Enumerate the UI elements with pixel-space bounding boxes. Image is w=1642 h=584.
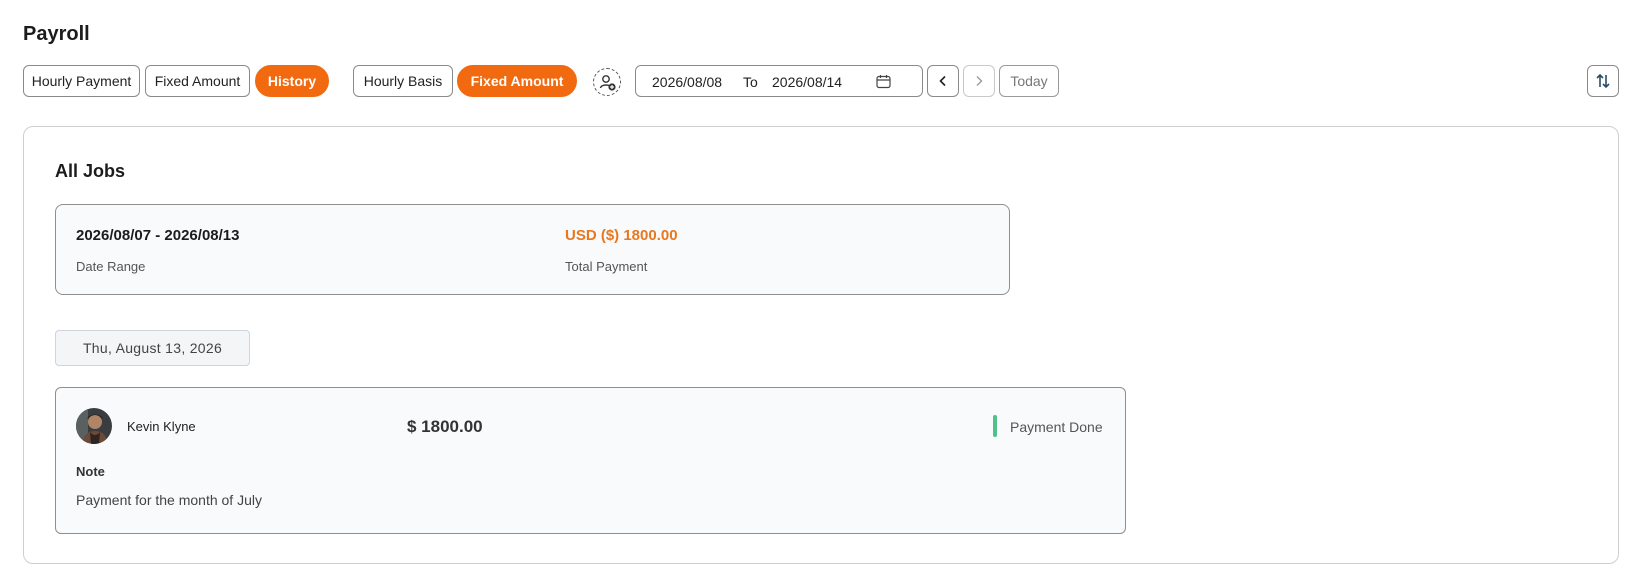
toolbar: Hourly Payment Fixed Amount History Hour… — [23, 65, 1619, 97]
previous-week-button[interactable] — [927, 65, 959, 97]
assign-user-button[interactable] — [593, 68, 621, 96]
sort-button[interactable] — [1587, 65, 1619, 97]
tab-fixed-amount[interactable]: Fixed Amount — [145, 65, 250, 97]
today-button[interactable]: Today — [999, 65, 1059, 97]
summary-date-range: 2026/08/07 - 2026/08/13 — [76, 227, 240, 244]
filter-hourly-basis[interactable]: Hourly Basis — [353, 65, 453, 97]
jobs-panel: All Jobs 2026/08/07 - 2026/08/13 Date Ra… — [23, 126, 1619, 564]
summary-total-payment-label: Total Payment — [565, 259, 648, 274]
payment-amount: $ 1800.00 — [407, 417, 483, 436]
chevron-left-icon — [939, 75, 946, 87]
page-title: Payroll — [23, 23, 90, 45]
date-range-picker[interactable]: 2026/08/08 To 2026/08/14 — [635, 65, 923, 97]
section-title: All Jobs — [55, 161, 126, 181]
avatar — [76, 408, 112, 444]
sort-icon — [1596, 73, 1610, 89]
tab-hourly-payment[interactable]: Hourly Payment — [23, 65, 140, 97]
payment-entry-card[interactable]: Kevin Klyne $ 1800.00 Payment Done Note … — [55, 387, 1126, 534]
status-indicator — [993, 415, 997, 437]
summary-card: 2026/08/07 - 2026/08/13 Date Range USD (… — [55, 204, 1010, 295]
date-from[interactable]: 2026/08/08 — [652, 74, 722, 90]
next-week-button[interactable] — [963, 65, 995, 97]
summary-date-range-label: Date Range — [76, 259, 146, 274]
employee-name: Kevin Klyne — [127, 419, 196, 434]
date-to[interactable]: 2026/08/14 — [772, 74, 842, 90]
filter-fixed-amount[interactable]: Fixed Amount — [457, 65, 577, 97]
calendar-icon[interactable] — [876, 74, 891, 89]
summary-total-payment: USD ($) 1800.00 — [565, 227, 678, 244]
chevron-right-icon — [976, 76, 983, 86]
tab-history[interactable]: History — [255, 65, 329, 97]
user-add-icon — [599, 75, 616, 91]
note-text: Payment for the month of July — [76, 492, 262, 508]
day-header: Thu, August 13, 2026 — [55, 330, 250, 366]
date-to-label: To — [743, 74, 758, 90]
payment-status: Payment Done — [1010, 419, 1103, 435]
note-label: Note — [76, 464, 105, 479]
